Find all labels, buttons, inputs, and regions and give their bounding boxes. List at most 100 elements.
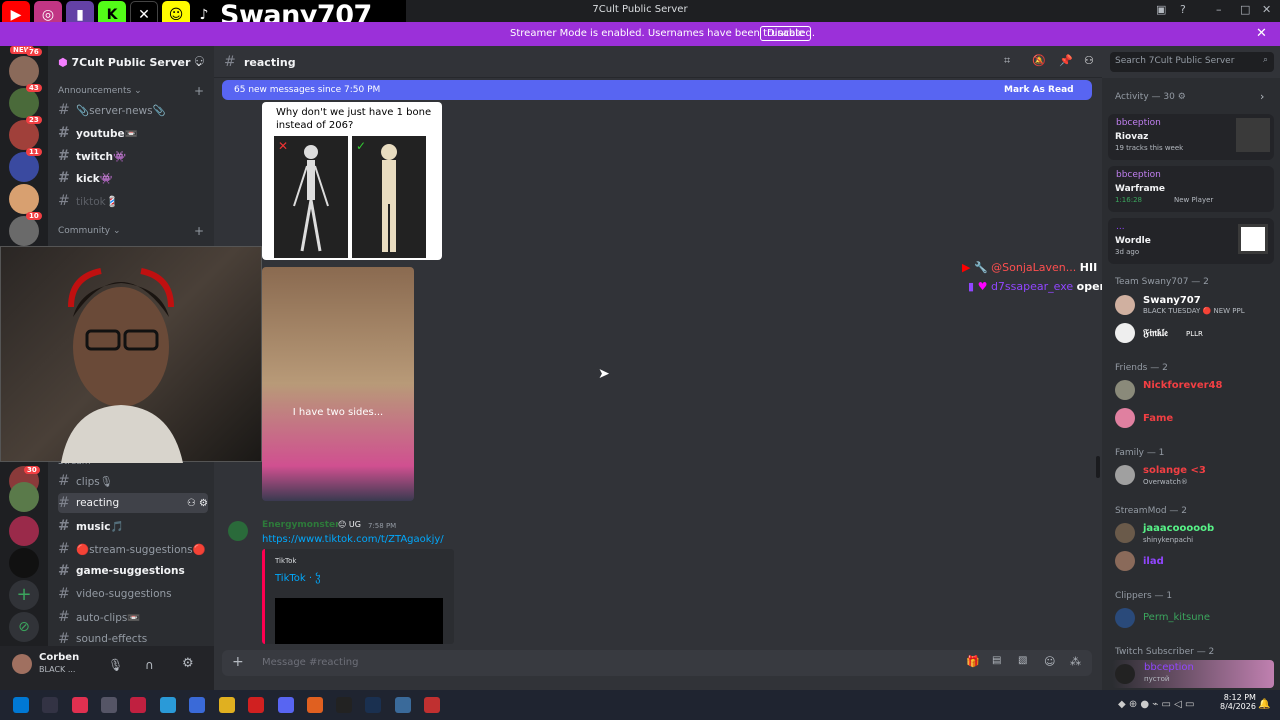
taskbar-app-icon[interactable] [160,697,176,713]
taskbar-app-icon[interactable] [72,697,88,713]
server-icon[interactable] [9,516,39,546]
server-name[interactable]: ⬢ 7Cult Public Server ⌄ [58,56,203,69]
meme-image-two-sides[interactable]: I have two sides... [262,267,414,501]
avatar[interactable] [12,654,32,674]
server-icon[interactable] [9,184,39,214]
activity-card[interactable]: ... Wordle 3d ago [1108,218,1274,264]
emoji-icon[interactable]: ☺ [1044,655,1055,668]
taskbar-app-icon[interactable] [130,697,146,713]
server-icon[interactable] [9,482,39,512]
avatar[interactable] [1115,408,1135,428]
avatar[interactable] [228,521,248,541]
mark-as-read-button[interactable]: Mark As Read [1004,85,1074,95]
taskbar-app-icon[interactable] [424,697,440,713]
add-channel-icon[interactable]: + [194,84,204,98]
add-channel-icon[interactable]: + [194,224,204,238]
meme-image-skeleton[interactable]: Why don't we just have 1 bone instead of… [262,102,442,260]
firefox-icon[interactable] [307,697,323,713]
add-server-icon[interactable]: + [9,580,39,610]
channel-stream-suggestions[interactable]: # 🔴stream-suggestions🔴 [58,539,208,559]
microphone-icon[interactable]: 🎙 [108,658,123,672]
avatar[interactable] [1115,608,1135,628]
mute-icon[interactable]: 🔕 [1032,54,1046,67]
member-name[interactable]: 𝔉𝔦𝔫𝔨𝔩𝔢 [1143,328,1168,339]
channel-game-suggestions[interactable]: # game-suggestions [58,561,208,581]
server-icon[interactable] [9,548,39,578]
channel-auto-clips[interactable]: # auto-clips📼 [58,607,208,627]
avatar[interactable] [1115,465,1135,485]
category-announcements[interactable]: Announcements ⌄ [58,86,142,96]
discord-icon[interactable] [278,697,294,713]
avatar[interactable] [1115,380,1135,400]
channel-music[interactable]: # music🎵 [58,516,208,536]
discover-icon[interactable]: ⊘ [9,612,39,642]
avatar[interactable] [1115,523,1135,543]
server-icon[interactable] [9,56,39,86]
sticker-icon[interactable]: ▧ [1018,655,1027,666]
apps-icon[interactable]: ⁂ [1070,655,1081,668]
username[interactable]: Corben [39,652,79,663]
close-banner-icon[interactable]: ✕ [1256,26,1267,41]
minimize-button[interactable]: – [1216,3,1222,16]
category-community[interactable]: Community ⌄ [58,226,121,236]
message-author[interactable]: Energymonster [262,520,340,530]
channel-video-suggestions[interactable]: # video-suggestions [58,584,208,604]
new-messages-bar[interactable]: 65 new messages since 7:50 PM Mark As Re… [222,80,1092,100]
taskbar-app-icon[interactable] [101,697,117,713]
headset-icon[interactable]: ∩ [145,658,154,672]
channel-twitch[interactable]: # twitch👾 [58,146,208,166]
member-name[interactable]: Nickforever48 [1143,380,1222,391]
store-icon[interactable] [395,697,411,713]
embed-video-thumbnail[interactable] [275,598,443,644]
member-name[interactable]: jaaacooooob [1143,523,1214,534]
avatar[interactable] [1115,551,1135,571]
activity-card[interactable]: bbception Riovaz 19 tracks this week [1108,114,1274,160]
disable-streamer-mode-button[interactable]: Disable [760,26,812,41]
inbox-icon[interactable]: ▣ [1156,3,1166,16]
steam-icon[interactable] [365,697,381,713]
member-name[interactable]: Swany707 [1143,295,1201,306]
member-name[interactable]: Perm_kitsune [1143,612,1210,623]
gif-icon[interactable]: ▤ [992,655,1001,666]
notification-bell-icon[interactable]: 🔔 [1258,699,1270,710]
threads-icon[interactable]: ⌗ [1004,54,1010,68]
members-icon[interactable]: ⚇ [1084,54,1094,67]
channel-reacting[interactable]: # reacting ⚇ ⚙ [58,493,208,513]
settings-gear-icon[interactable]: ⚙ [182,656,194,671]
server-icon[interactable] [9,216,39,246]
search-input[interactable]: Search 7Cult Public Server ⌕ [1110,52,1274,72]
file-explorer-icon[interactable] [219,697,235,713]
member-name[interactable]: ilad [1143,556,1164,567]
channel-tiktok[interactable]: # tiktok💈 [58,191,208,211]
opera-icon[interactable] [248,697,264,713]
channel-kick[interactable]: # kick👾 [58,168,208,188]
member-name[interactable]: Fame [1143,413,1173,424]
server-icon[interactable] [9,88,39,118]
channel-youtube[interactable]: # youtube📼 [58,123,208,143]
invite-icon[interactable]: ⚇ [194,54,205,68]
chat-scrollbar[interactable] [1096,456,1100,478]
system-tray-icons[interactable]: ◆ ⊕ ● ⌁ ▭ ◁ ▭ [1118,699,1194,710]
avatar[interactable] [1115,323,1135,343]
activity-card[interactable]: bbception Warframe 1:16:28 New Player [1108,166,1274,212]
close-window-button[interactable]: ✕ [1262,3,1271,16]
epic-games-icon[interactable] [336,697,352,713]
member-name[interactable]: solange <3 [1143,465,1206,476]
server-icon[interactable] [9,152,39,182]
member-row[interactable]: bbception пустой [1112,660,1274,688]
channel-server-news[interactable]: # 📎server-news📎 [58,100,208,120]
channel-settings-icon[interactable]: ⚇ ⚙ [187,498,208,509]
help-icon[interactable]: ? [1180,3,1186,16]
server-icon[interactable] [9,120,39,150]
taskbar-app-icon[interactable] [42,697,58,713]
gift-icon[interactable]: 🎁 [966,655,980,668]
pin-icon[interactable]: 📌 [1059,54,1073,67]
message-link[interactable]: https://www.tiktok.com/t/ZTAgaokjy/ [262,534,444,545]
start-menu-icon[interactable] [13,697,29,713]
avatar[interactable] [1115,295,1135,315]
add-attachment-icon[interactable]: + [232,654,244,670]
clock[interactable]: 8:12 PM 8/4/2026 [1220,693,1256,711]
maximize-button[interactable]: □ [1240,3,1250,16]
channel-clips[interactable]: # clips🎙 [58,471,208,491]
chevron-right-icon[interactable]: › [1260,90,1264,103]
